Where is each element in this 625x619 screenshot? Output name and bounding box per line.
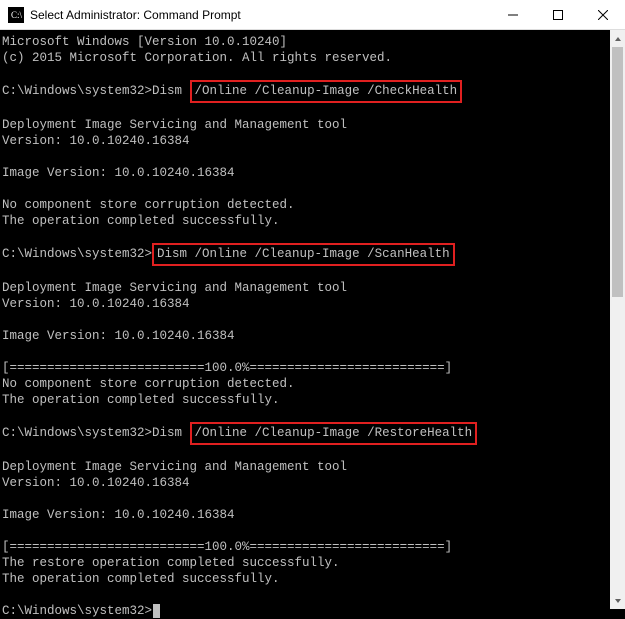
console-area[interactable]: Microsoft Windows [Version 10.0.10240](c… — [0, 30, 610, 609]
console-line — [2, 443, 610, 459]
scroll-down-button[interactable] — [610, 592, 625, 609]
console-line: C:\Windows\system32> — [2, 603, 610, 619]
console-line — [2, 101, 610, 117]
prompt: C:\Windows\system32> — [2, 604, 152, 618]
console-line — [2, 264, 610, 280]
scrollbar-track[interactable] — [610, 47, 625, 592]
console-line: (c) 2015 Microsoft Corporation. All righ… — [2, 50, 610, 66]
console-line: Image Version: 10.0.10240.16384 — [2, 507, 610, 523]
console-line: No component store corruption detected. — [2, 197, 610, 213]
minimize-button[interactable] — [490, 0, 535, 29]
console-line: The restore operation completed successf… — [2, 555, 610, 571]
console-line: Image Version: 10.0.10240.16384 — [2, 165, 610, 181]
console-line — [2, 149, 610, 165]
console-line: [==========================100.0%=======… — [2, 360, 610, 376]
prompt: C:\Windows\system32> — [2, 84, 152, 98]
console-line — [2, 587, 610, 603]
console-line: Deployment Image Servicing and Managemen… — [2, 459, 610, 475]
console-line: Version: 10.0.10240.16384 — [2, 133, 610, 149]
close-button[interactable] — [580, 0, 625, 29]
console-line — [2, 523, 610, 539]
scrollbar-thumb[interactable] — [612, 47, 623, 297]
highlighted-command: Dism /Online /Cleanup-Image /ScanHealth — [152, 243, 455, 266]
prompt: C:\Windows\system32> — [2, 247, 152, 261]
console-line: The operation completed successfully. — [2, 213, 610, 229]
window-controls — [490, 0, 625, 29]
console-line: The operation completed successfully. — [2, 392, 610, 408]
scroll-up-button[interactable] — [610, 30, 625, 47]
window-title: Select Administrator: Command Prompt — [30, 8, 490, 22]
console-line — [2, 181, 610, 197]
highlighted-command: /Online /Cleanup-Image /RestoreHealth — [190, 422, 478, 445]
window-titlebar: C:\ Select Administrator: Command Prompt — [0, 0, 625, 30]
console-line: Microsoft Windows [Version 10.0.10240] — [2, 34, 610, 50]
console-line: C:\Windows\system32>Dism /Online /Cleanu… — [2, 424, 610, 443]
console-line: C:\Windows\system32>Dism /Online /Cleanu… — [2, 245, 610, 264]
console-line — [2, 344, 610, 360]
console-line — [2, 312, 610, 328]
console-line: Deployment Image Servicing and Managemen… — [2, 280, 610, 296]
console-line: [==========================100.0%=======… — [2, 539, 610, 555]
console-line: No component store corruption detected. — [2, 376, 610, 392]
command-text: Dism — [152, 426, 190, 440]
vertical-scrollbar[interactable] — [610, 30, 625, 609]
maximize-button[interactable] — [535, 0, 580, 29]
console-line — [2, 491, 610, 507]
text-cursor — [153, 604, 160, 618]
cmd-icon: C:\ — [8, 7, 24, 23]
svg-text:C:\: C:\ — [11, 10, 23, 20]
console-line: Image Version: 10.0.10240.16384 — [2, 328, 610, 344]
console-line: Deployment Image Servicing and Managemen… — [2, 117, 610, 133]
prompt: C:\Windows\system32> — [2, 426, 152, 440]
console-line: C:\Windows\system32>Dism /Online /Cleanu… — [2, 82, 610, 101]
console-line: Version: 10.0.10240.16384 — [2, 475, 610, 491]
console-line: The operation completed successfully. — [2, 571, 610, 587]
highlighted-command: /Online /Cleanup-Image /CheckHealth — [190, 80, 463, 103]
console-line: Version: 10.0.10240.16384 — [2, 296, 610, 312]
command-text: Dism — [152, 84, 190, 98]
